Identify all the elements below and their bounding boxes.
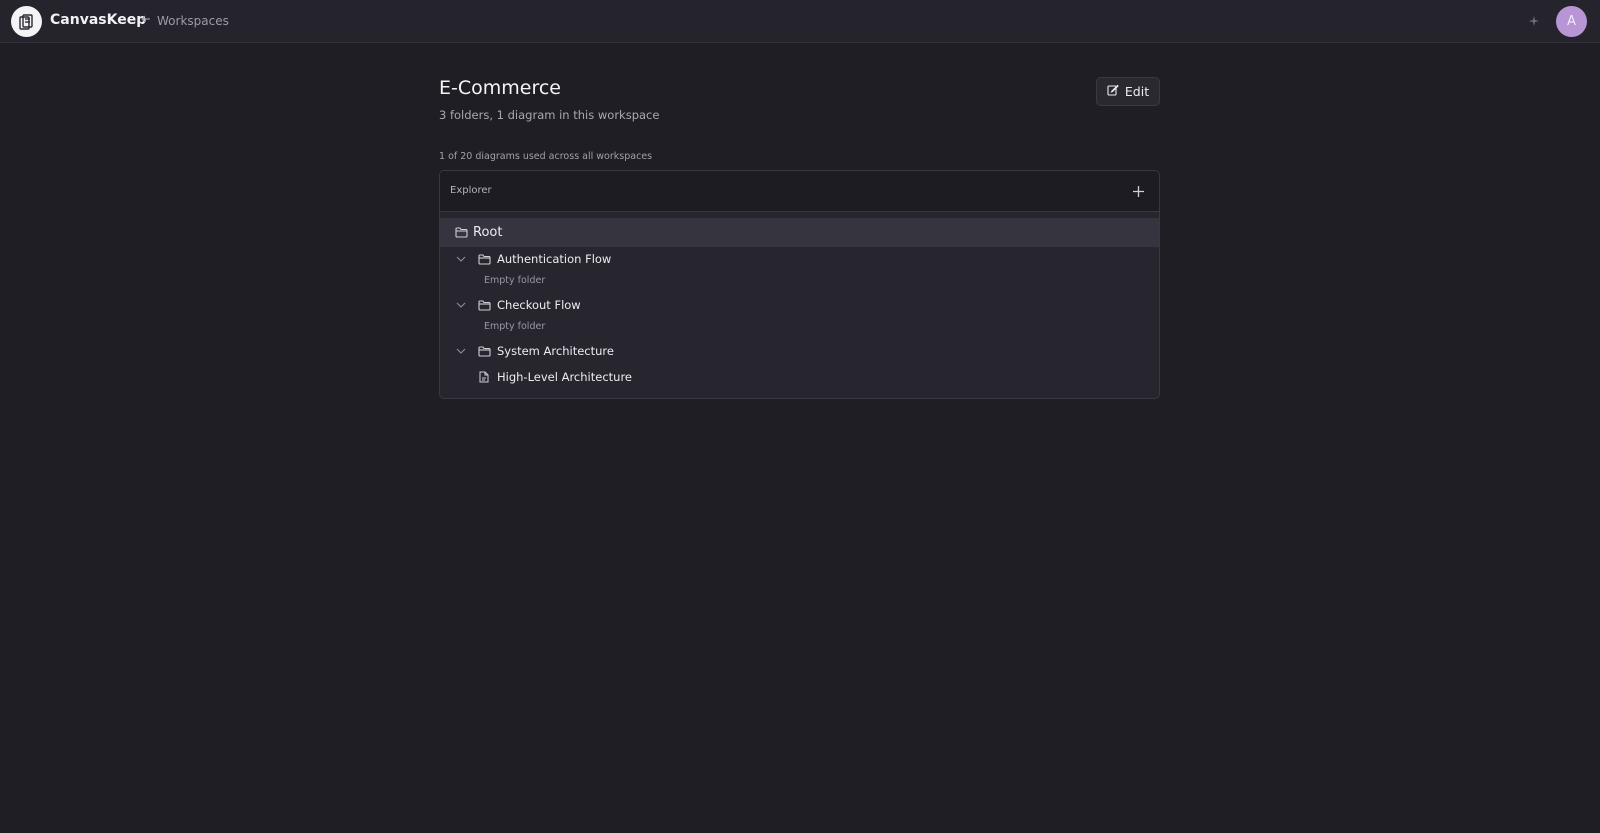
sparkle-icon[interactable] [1526,13,1542,29]
tree-folder-authentication-flow[interactable]: Authentication Flow [440,249,1159,269]
folder-icon [476,251,492,267]
empty-folder-note: Empty folder [484,321,546,332]
app-name[interactable]: CanvasKeep [50,12,146,28]
tree-folder-system-architecture[interactable]: System Architecture [440,341,1159,361]
tree-folder-label: Checkout Flow [497,298,581,312]
empty-folder-note: Empty folder [484,275,546,286]
chevron-down-icon[interactable] [455,345,467,357]
add-button[interactable] [1129,182,1147,200]
edit-button[interactable]: Edit [1096,77,1160,106]
workspaces-back-link[interactable]: Workspaces [140,13,229,28]
user-avatar[interactable]: A [1556,6,1587,37]
explorer-header: Explorer [440,171,1159,212]
page-title: E-Commerce [439,77,561,99]
explorer-panel: Explorer Root Authentication Flow Empty … [439,170,1160,399]
top-bar: CanvasKeep Workspaces A [0,0,1600,43]
explorer-title: Explorer [450,185,492,196]
tree-folder-checkout-flow[interactable]: Checkout Flow [440,295,1159,315]
tree-diagram-high-level-architecture[interactable]: High-Level Architecture [440,367,1159,387]
plus-icon [1132,185,1144,197]
tree-root-label: Root [473,225,503,240]
chevron-down-icon[interactable] [455,253,467,265]
back-link-label: Workspaces [157,13,229,28]
edit-button-label: Edit [1124,84,1150,99]
usage-text: 1 of 20 diagrams used across all workspa… [439,151,653,162]
tree-root[interactable]: Root [440,218,1159,247]
tree-folder-label: Authentication Flow [497,252,612,266]
canvaskeep-logo-icon[interactable] [11,6,42,37]
tree-folder-label: System Architecture [497,344,614,358]
edit-icon [1107,84,1119,99]
page-subtitle: 3 folders, 1 diagram in this workspace [439,108,660,122]
file-icon [477,369,491,385]
tree-diagram-label: High-Level Architecture [497,370,632,384]
folder-icon [453,225,469,241]
arrow-left-icon [140,13,152,28]
folder-icon [476,343,492,359]
folder-icon [476,297,492,313]
chevron-down-icon[interactable] [455,299,467,311]
